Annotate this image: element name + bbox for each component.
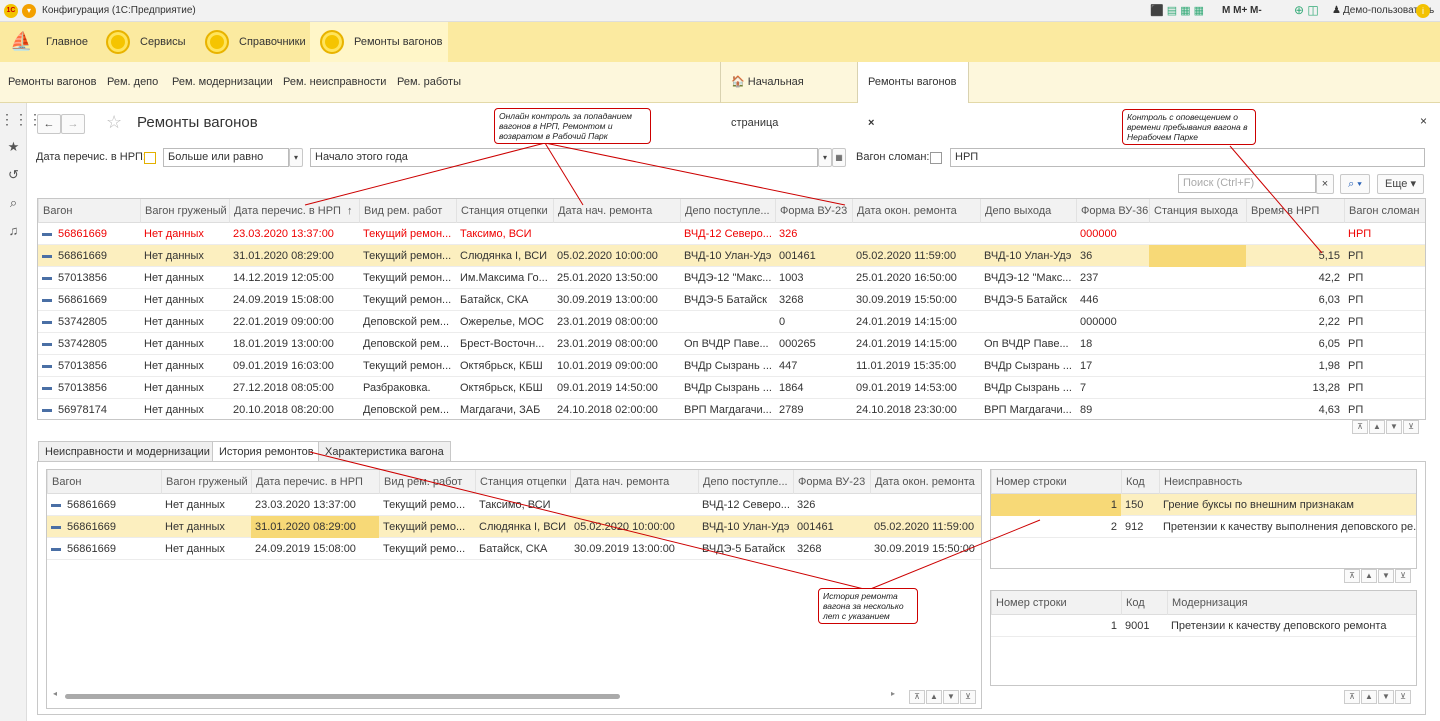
callout-online-control: Онлайн контроль за попаданием вагонов в … — [494, 108, 651, 144]
callout-repair-history: История ремонта вагона за несколько лет … — [818, 588, 918, 624]
callout-npr-notification: Контроль с оповещением о времени пребыва… — [1122, 109, 1256, 145]
